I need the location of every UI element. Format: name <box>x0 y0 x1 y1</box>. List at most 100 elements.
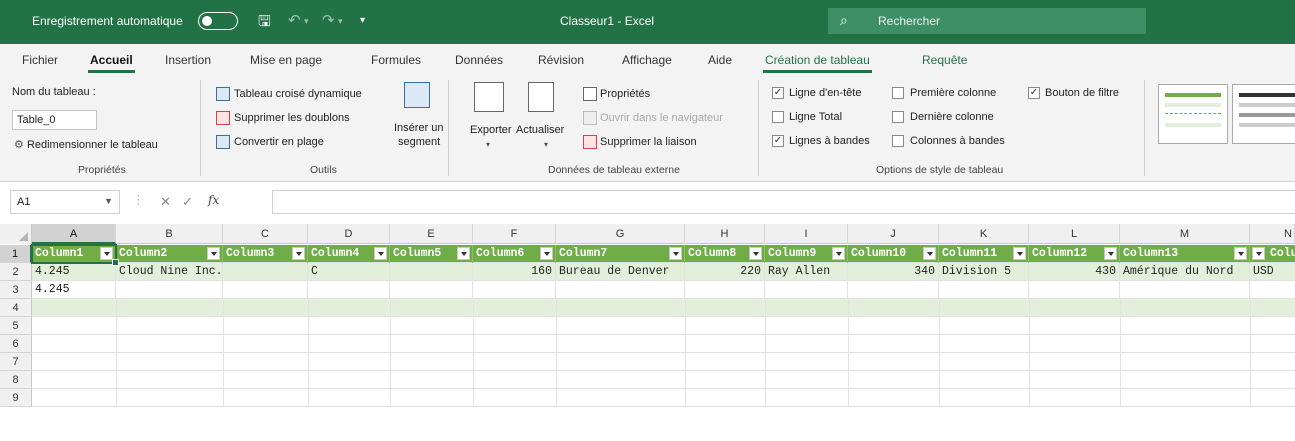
refresh-dropdown-icon[interactable]: ▾ <box>544 140 548 149</box>
table-cell[interactable]: C <box>308 263 390 281</box>
formula-input[interactable] <box>272 190 1295 214</box>
row-header[interactable]: 4 <box>0 299 32 317</box>
export-icon[interactable] <box>474 82 504 112</box>
table-style-thumbnail[interactable] <box>1232 84 1295 144</box>
table-cell[interactable] <box>939 281 1029 299</box>
table-cell[interactable]: Ray Allen <box>765 263 848 281</box>
row-header[interactable]: 6 <box>0 335 32 353</box>
row-header[interactable]: 5 <box>0 317 32 335</box>
filter-dropdown-icon[interactable] <box>100 247 113 260</box>
table-cell[interactable]: Bureau de Denver <box>556 263 685 281</box>
customize-toolbar-icon[interactable]: ▾ <box>360 15 365 26</box>
filter-dropdown-icon[interactable] <box>1252 247 1265 260</box>
column-header[interactable]: A <box>32 224 116 244</box>
filter-dropdown-icon[interactable] <box>540 247 553 260</box>
table-cell[interactable] <box>223 263 308 281</box>
table-cell[interactable]: 430 <box>1029 263 1120 281</box>
table-cell[interactable]: Column5 <box>390 245 473 263</box>
export-button[interactable]: Exporter <box>470 124 512 136</box>
table-cell[interactable]: Column8 <box>685 245 765 263</box>
table-cell[interactable]: Column11 <box>939 245 1029 263</box>
select-all-button[interactable] <box>0 224 32 244</box>
sheet-row[interactable] <box>32 389 1295 407</box>
filter-dropdown-icon[interactable] <box>457 247 470 260</box>
table-cell[interactable]: Cloud Nine Inc. <box>116 263 223 281</box>
sheet-row[interactable] <box>32 317 1295 335</box>
row-header[interactable]: 9 <box>0 389 32 407</box>
table-cell[interactable]: Column4 <box>308 245 390 263</box>
undo-icon[interactable]: ↶ <box>288 11 301 29</box>
name-box[interactable]: A1 ▼ <box>10 190 120 214</box>
table-cell[interactable]: Division 5 <box>939 263 1029 281</box>
filter-dropdown-icon[interactable] <box>374 247 387 260</box>
export-dropdown-icon[interactable]: ▾ <box>486 140 490 149</box>
tab-creation-de-tableau[interactable]: Création de tableau <box>763 53 872 73</box>
unlink-button[interactable]: Supprimer la liaison <box>600 136 697 148</box>
table-cell[interactable]: 340 <box>848 263 939 281</box>
remove-duplicates-button[interactable]: Supprimer les doublons <box>234 112 350 124</box>
banded-columns-checkbox[interactable] <box>892 135 904 147</box>
table-cell[interactable] <box>1250 281 1295 299</box>
table-cell[interactable] <box>223 281 308 299</box>
column-header[interactable]: M <box>1120 224 1250 244</box>
tab-formules[interactable]: Formules <box>371 53 421 67</box>
table-cell[interactable]: Colum <box>1250 245 1295 263</box>
convert-to-range-button[interactable]: Convertir en plage <box>234 136 324 148</box>
insert-slicer-line2[interactable]: segment <box>398 136 440 148</box>
sheet-row[interactable] <box>32 335 1295 353</box>
filter-dropdown-icon[interactable] <box>1234 247 1247 260</box>
sheet-row[interactable] <box>32 353 1295 371</box>
tab-donnees[interactable]: Données <box>455 53 503 67</box>
redo-icon[interactable]: ↷ <box>322 11 335 29</box>
table-name-input[interactable]: Table_0 <box>12 110 97 130</box>
table-cell[interactable]: Column1 <box>32 245 116 263</box>
open-in-browser-button[interactable]: Ouvrir dans le navigateur <box>600 112 723 124</box>
pivot-table-button[interactable]: Tableau croisé dynamique <box>234 88 362 100</box>
table-cell[interactable]: Column9 <box>765 245 848 263</box>
table-cell[interactable] <box>1120 281 1250 299</box>
table-cell[interactable] <box>556 281 685 299</box>
table-cell[interactable]: 4.245 <box>32 281 116 299</box>
table-cell[interactable]: Column3 <box>223 245 308 263</box>
filter-dropdown-icon[interactable] <box>832 247 845 260</box>
column-header[interactable]: G <box>556 224 685 244</box>
banded-rows-checkbox[interactable]: ✓ <box>772 135 784 147</box>
table-cell[interactable] <box>1029 281 1120 299</box>
header-row-checkbox[interactable]: ✓ <box>772 87 784 99</box>
tab-mise-en-page[interactable]: Mise en page <box>250 53 322 67</box>
filter-dropdown-icon[interactable] <box>207 247 220 260</box>
filter-dropdown-icon[interactable] <box>923 247 936 260</box>
table-cell[interactable] <box>685 281 765 299</box>
column-header[interactable]: J <box>848 224 939 244</box>
column-header[interactable]: N <box>1250 224 1295 244</box>
row-header[interactable]: 2 <box>0 263 32 281</box>
table-cell[interactable] <box>116 281 223 299</box>
refresh-icon[interactable] <box>528 82 554 112</box>
save-icon[interactable]: 🖫 <box>258 11 271 36</box>
filter-dropdown-icon[interactable] <box>669 247 682 260</box>
column-header[interactable]: B <box>116 224 223 244</box>
autosave-toggle[interactable] <box>198 12 238 30</box>
tab-revision[interactable]: Révision <box>538 53 584 67</box>
tab-requete[interactable]: Requête <box>922 53 967 67</box>
insert-slicer-line1[interactable]: Insérer un <box>394 122 444 134</box>
table-cell[interactable]: 160 <box>473 263 556 281</box>
cancel-icon[interactable]: ✕ <box>160 194 171 210</box>
table-cell[interactable] <box>390 263 473 281</box>
table-cell[interactable]: 220 <box>685 263 765 281</box>
tab-affichage[interactable]: Affichage <box>622 53 672 67</box>
last-column-checkbox[interactable] <box>892 111 904 123</box>
redo-dropdown-icon[interactable]: ▾ <box>338 16 343 27</box>
sheet-row[interactable] <box>32 371 1295 389</box>
row-header[interactable]: 1 <box>0 245 32 263</box>
table-cell[interactable] <box>390 281 473 299</box>
row-header[interactable]: 8 <box>0 371 32 389</box>
resize-table-button[interactable]: ⚙ Redimensionner le tableau <box>14 138 158 151</box>
table-cell[interactable]: Amérique du Nord <box>1120 263 1250 281</box>
table-cell[interactable]: Column7 <box>556 245 685 263</box>
table-row[interactable] <box>32 299 1295 317</box>
column-header[interactable]: I <box>765 224 848 244</box>
search-box[interactable]: ⌕ Rechercher <box>828 8 1146 34</box>
enter-icon[interactable]: ✓ <box>182 194 193 210</box>
column-header[interactable]: D <box>308 224 390 244</box>
